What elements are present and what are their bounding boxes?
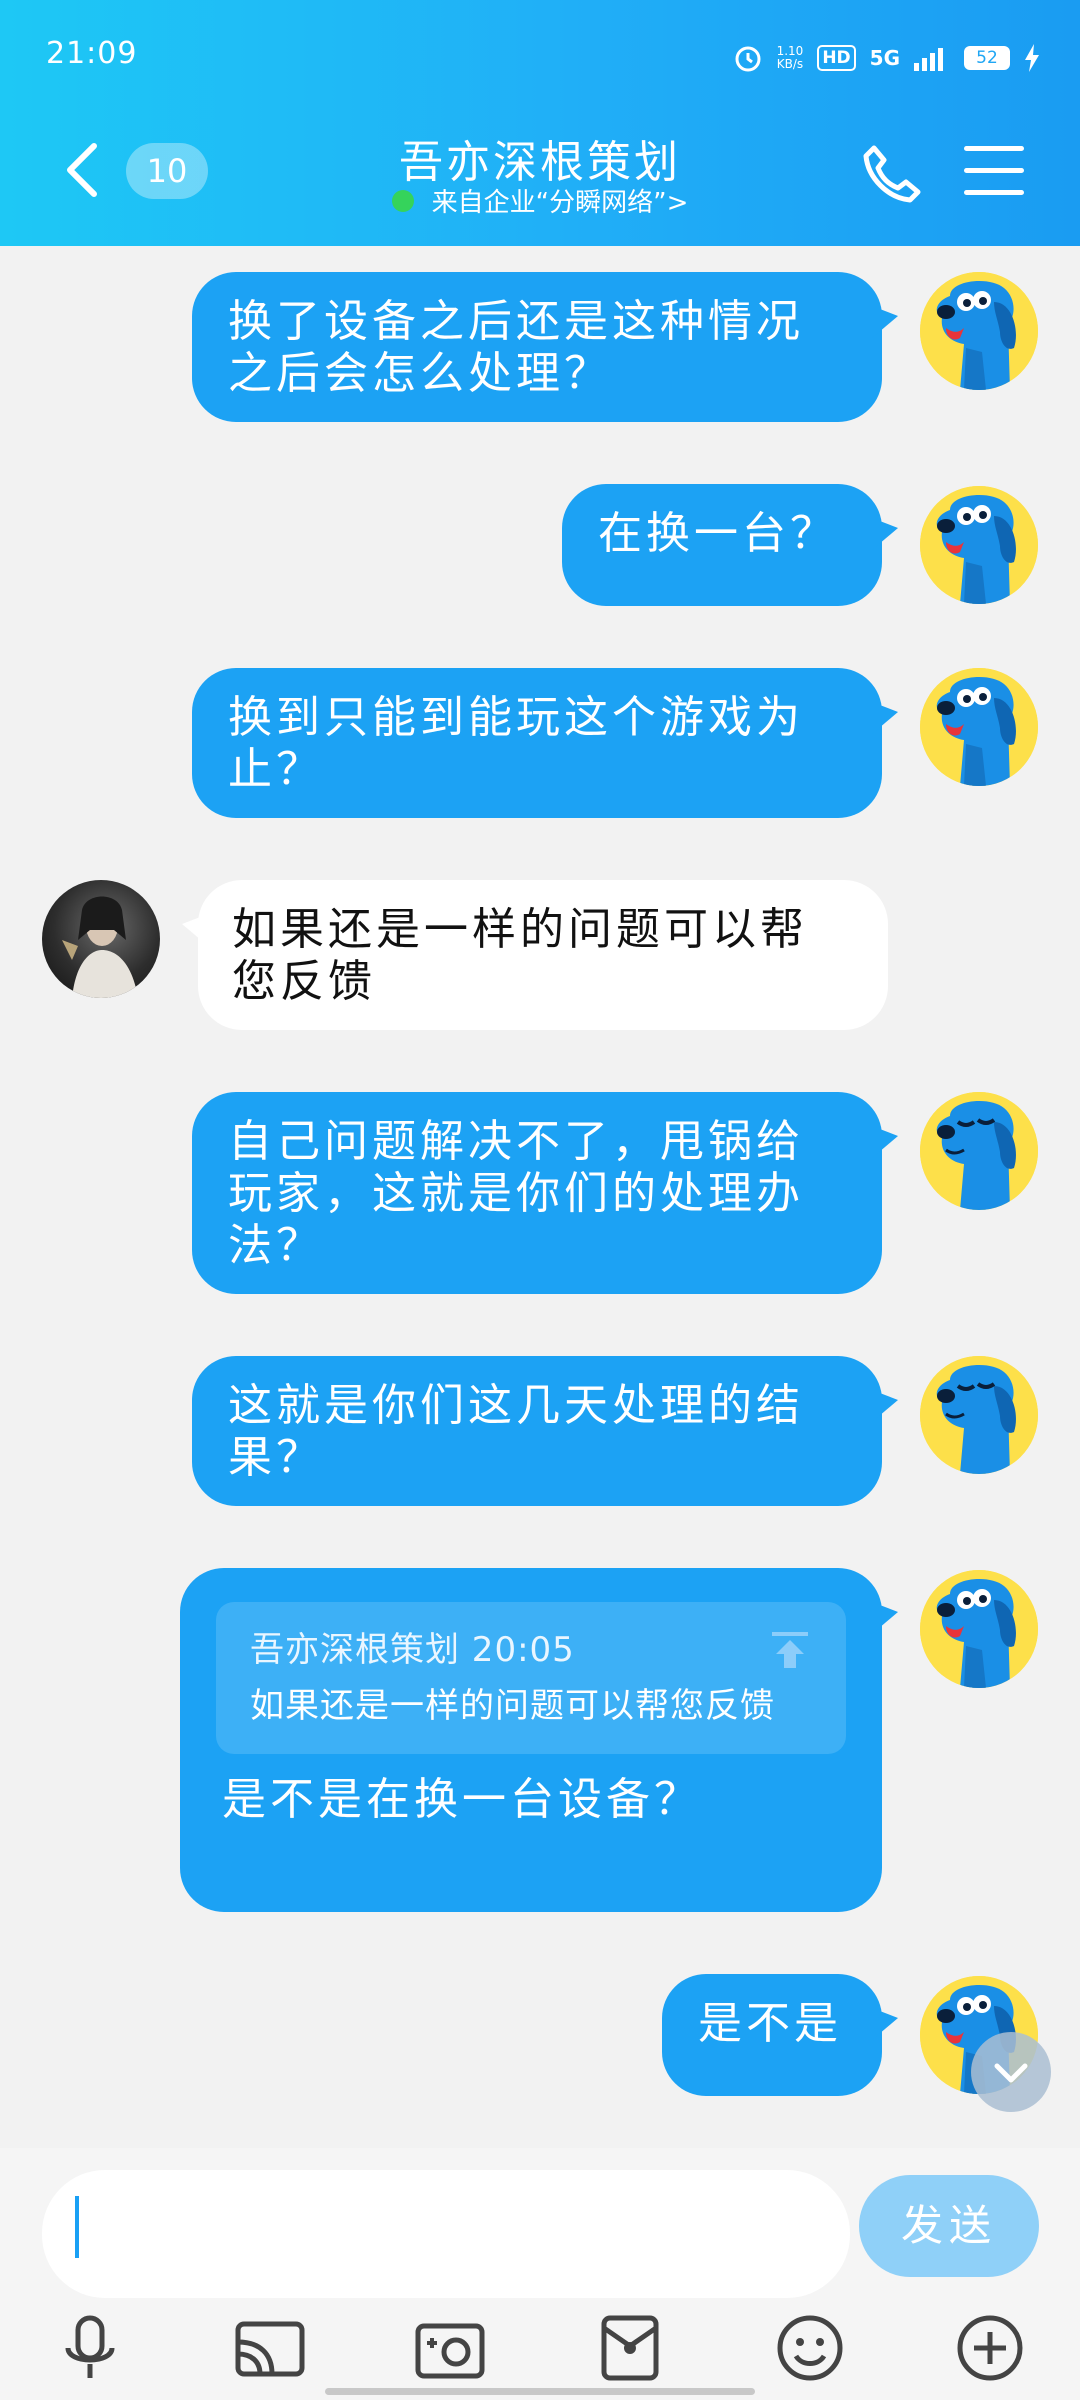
chat-header: 21:09 1.10 KB/s HD 5G 52 10 吾亦深根策划 来自企业“… xyxy=(0,0,1080,246)
photo-button[interactable] xyxy=(410,2308,490,2388)
microphone-icon xyxy=(65,2315,115,2378)
my-avatar[interactable] xyxy=(920,486,1038,604)
quote-text: 如果还是一样的问题可以帮您反馈 xyxy=(250,1686,775,1726)
company-source-label: 来自企业“分瞬网络”> xyxy=(431,188,689,218)
more-actions-button[interactable] xyxy=(950,2308,1030,2388)
dog-avatar-icon xyxy=(920,1092,1038,1210)
menu-line xyxy=(964,168,1024,173)
message-text: 自己问题解决不了，甩锅给玩家，这就是你们的处理办法？ xyxy=(228,1116,804,1271)
add-icon xyxy=(957,2315,1023,2381)
message-text: 换到只能到能玩这个游戏为止？ xyxy=(228,692,804,795)
message-bubble-outgoing[interactable]: 换了设备之后还是这种情况之后会怎么处理？ xyxy=(192,272,898,422)
text-cursor xyxy=(75,2196,79,2258)
menu-line xyxy=(964,146,1024,151)
emoji-icon xyxy=(777,2315,843,2381)
red-packet-button[interactable] xyxy=(590,2308,670,2388)
hd-badge: HD xyxy=(817,45,856,71)
dog-avatar-icon xyxy=(920,1356,1038,1474)
home-indicator[interactable] xyxy=(325,2388,755,2395)
voice-input-button[interactable] xyxy=(50,2308,130,2388)
status-icons: 1.10 KB/s HD 5G 52 xyxy=(733,38,1040,78)
signal-icon xyxy=(914,48,943,71)
my-avatar[interactable] xyxy=(920,668,1038,786)
message-bubble-reply[interactable]: 吾亦深根策划 20:05 如果还是一样的问题可以帮您反馈 是不是在换一台设备？ xyxy=(180,1568,898,1912)
message-input[interactable] xyxy=(42,2170,850,2298)
online-status-dot xyxy=(391,189,414,212)
charging-icon xyxy=(1025,44,1039,72)
emoji-button[interactable] xyxy=(770,2308,850,2388)
voice-call-button[interactable] xyxy=(860,142,922,204)
network-label: 5G xyxy=(869,46,900,70)
menu-line xyxy=(964,190,1024,195)
more-menu-button[interactable] xyxy=(964,146,1024,196)
quoted-message[interactable]: 吾亦深根策划 20:05 如果还是一样的问题可以帮您反馈 xyxy=(216,1602,846,1754)
camera-icon xyxy=(415,2323,485,2379)
message-bubble-outgoing[interactable]: 是不是 xyxy=(662,1974,898,2096)
red-packet-icon xyxy=(601,2315,659,2381)
message-text: 如果还是一样的问题可以帮您反馈 xyxy=(232,904,808,1007)
message-text: 这就是你们这几天处理的结果？ xyxy=(228,1380,804,1483)
alarm-icon xyxy=(735,46,761,72)
message-text: 在换一台？ xyxy=(598,508,838,559)
dog-avatar-icon xyxy=(920,486,1038,604)
net-speed: 1.10 KB/s xyxy=(776,44,804,71)
dog-avatar-icon xyxy=(920,668,1038,786)
message-bubble-outgoing[interactable]: 在换一台？ xyxy=(562,484,898,606)
my-avatar[interactable] xyxy=(920,272,1038,390)
chevron-down-icon xyxy=(994,2063,1028,2083)
send-button[interactable]: 发送 xyxy=(859,2175,1039,2277)
message-text: 是不是 xyxy=(698,1998,842,2049)
message-bubble-outgoing[interactable]: 自己问题解决不了，甩锅给玩家，这就是你们的处理办法？ xyxy=(192,1092,898,1294)
phone-icon xyxy=(863,145,921,203)
agent-avatar[interactable] xyxy=(42,880,160,998)
status-time: 21:09 xyxy=(46,36,138,71)
input-bar: 发送 xyxy=(0,2148,1080,2400)
message-bubble-outgoing[interactable]: 这就是你们这几天处理的结果？ xyxy=(192,1356,898,1506)
scroll-to-bottom-button[interactable] xyxy=(971,2032,1051,2112)
message-bubble-incoming[interactable]: 如果还是一样的问题可以帮您反馈 xyxy=(182,880,888,1030)
message-text: 是不是在换一台设备？ xyxy=(222,1774,702,1825)
screen-cast-button[interactable] xyxy=(230,2308,310,2388)
jump-to-top-icon[interactable] xyxy=(768,1628,812,1672)
my-avatar[interactable] xyxy=(920,1092,1038,1210)
dog-avatar-icon xyxy=(920,1570,1038,1688)
message-bubble-outgoing[interactable]: 换到只能到能玩这个游戏为止？ xyxy=(192,668,898,818)
my-avatar[interactable] xyxy=(920,1356,1038,1474)
dog-avatar-icon xyxy=(920,272,1038,390)
quote-sender-time: 吾亦深根策划 20:05 xyxy=(250,1630,575,1670)
my-avatar[interactable] xyxy=(920,1570,1038,1688)
agent-portrait-icon xyxy=(62,896,138,998)
battery-indicator: 52 xyxy=(964,46,1010,70)
message-text: 换了设备之后还是这种情况之后会怎么处理？ xyxy=(228,296,804,399)
screen-cast-icon xyxy=(235,2321,305,2377)
